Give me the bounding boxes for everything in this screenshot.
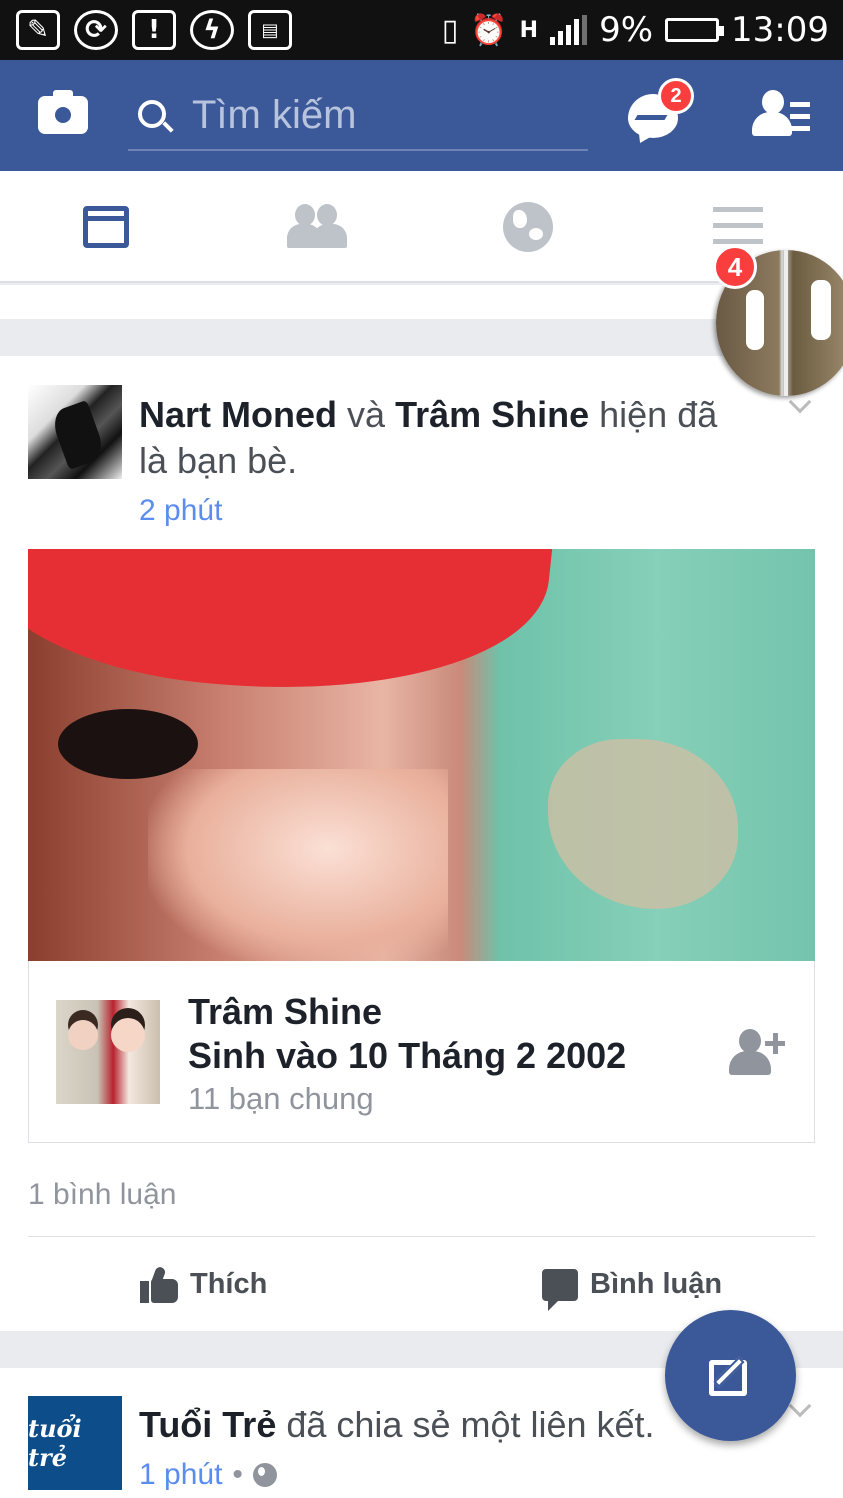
friends-icon (286, 204, 347, 250)
mutual-friends[interactable]: 11 bạn chung (188, 1081, 374, 1117)
story-headline: Tuổi Trẻ đã chia sẻ một liên kết. (139, 1404, 655, 1445)
app-header: 2 (0, 60, 843, 171)
actor-name[interactable]: Trâm Shine (395, 394, 589, 435)
cover-photo[interactable] (28, 549, 815, 961)
alarm-icon: ⏰ (470, 12, 508, 48)
network-type-indicator: H (519, 17, 539, 43)
avatar[interactable] (56, 1000, 160, 1104)
tab-news-feed[interactable] (0, 171, 211, 283)
friend-requests-icon (762, 90, 784, 114)
search-bar[interactable] (128, 84, 588, 151)
story-timestamp[interactable]: 2 phút (139, 494, 222, 528)
friend-requests-button[interactable] (752, 90, 812, 140)
sync-notification-icon: ⟳ (74, 10, 118, 50)
vibrate-icon: ▯ (441, 12, 459, 48)
profile-card[interactable]: Trâm Shine Sinh vào 10 Tháng 2 2002 11 b… (28, 961, 815, 1143)
profile-name[interactable]: Trâm Shine (188, 991, 382, 1033)
comments-count[interactable]: 1 bình luận (28, 1178, 176, 1212)
edit-notification-icon: ✎ (16, 10, 60, 50)
story-meta: 1 phút • (139, 1458, 277, 1492)
messenger-badge: 2 (658, 78, 694, 114)
add-friend-icon (739, 1029, 761, 1053)
like-button[interactable]: Thích (140, 1237, 267, 1332)
comment-button[interactable]: Bình luận (542, 1237, 722, 1332)
image-notification-icon: ▤ (248, 10, 292, 50)
tab-notifications[interactable] (422, 171, 633, 283)
profile-birthday: Sinh vào 10 Tháng 2 2002 (188, 1035, 627, 1076)
thumbs-up-icon (140, 1265, 178, 1303)
camera-icon[interactable] (38, 90, 88, 134)
public-globe-icon (252, 1463, 277, 1487)
battery-icon (665, 18, 725, 42)
story-timestamp[interactable]: 1 phút (139, 1458, 222, 1492)
tab-friends[interactable] (211, 171, 422, 283)
globe-icon (502, 202, 553, 252)
page-name[interactable]: Tuổi Trẻ (139, 1404, 276, 1445)
page-logo[interactable]: tuổi trẻ (28, 1396, 122, 1490)
friendship-story: Nart Moned và Trâm Shine hiện đã là bạn … (0, 356, 843, 1331)
chat-head-badge: 4 (713, 245, 757, 289)
story-actions: Thích Bình luận (28, 1236, 815, 1331)
alert-notification-icon: ! (132, 10, 176, 50)
search-icon (138, 100, 166, 128)
actor-name[interactable]: Nart Moned (139, 394, 337, 435)
messenger-button[interactable]: 2 (628, 78, 694, 142)
avatar[interactable] (28, 385, 122, 479)
comment-icon (542, 1268, 578, 1311)
menu-icon (712, 207, 763, 247)
add-friend-button[interactable] (729, 1029, 789, 1075)
story-headline: Nart Moned và Trâm Shine hiện đã là bạn … (139, 394, 718, 481)
news-feed-icon (82, 206, 129, 248)
chevron-down-icon[interactable] (788, 1394, 812, 1418)
like-label: Thích (190, 1268, 268, 1300)
compose-post-button[interactable] (665, 1310, 796, 1441)
status-bar: ✎ ⟳ ! ϟ ▤ ▯ ⏰ H 9% 13:09 (0, 0, 843, 60)
search-input[interactable] (192, 90, 572, 140)
battery-percent: 9% (599, 10, 654, 50)
clock: 13:09 (731, 10, 829, 50)
comment-label: Bình luận (590, 1268, 723, 1300)
signal-icon (550, 15, 588, 45)
messenger-notification-icon: ϟ (190, 10, 234, 50)
